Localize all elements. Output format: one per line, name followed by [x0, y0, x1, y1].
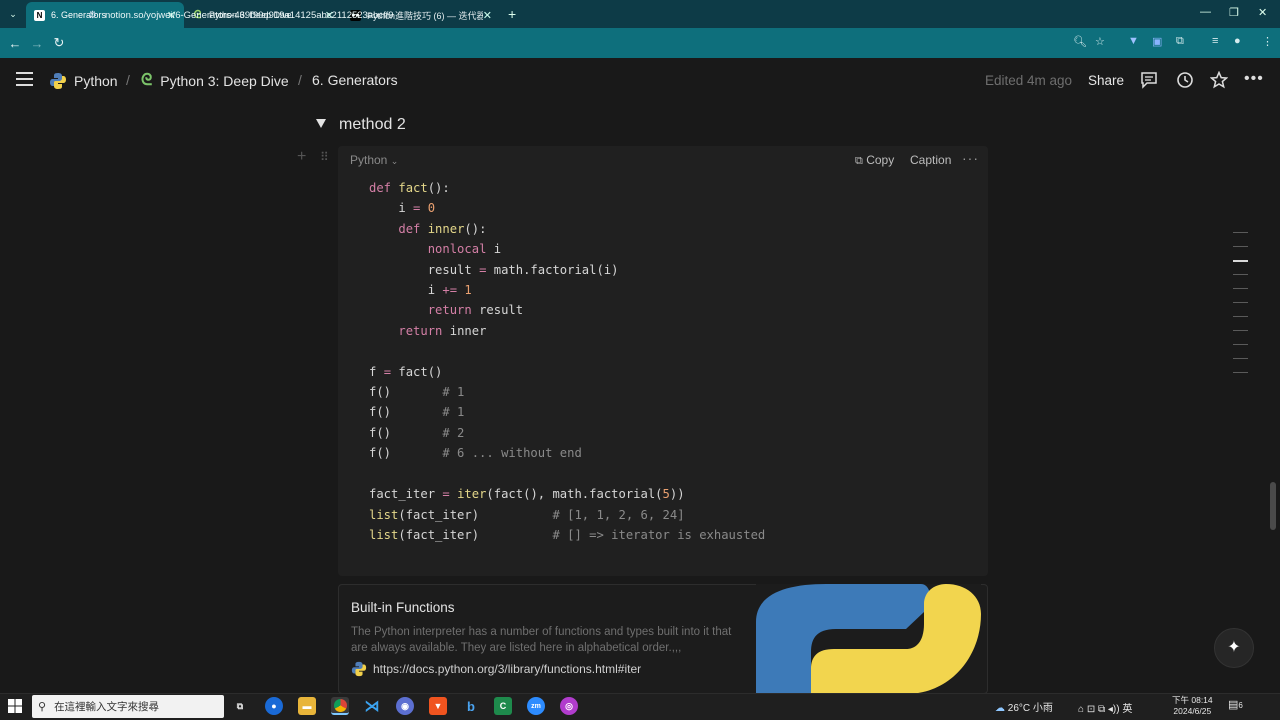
- brave-icon[interactable]: ▼: [429, 697, 447, 715]
- python-logo-icon: [50, 73, 66, 89]
- outline-marker[interactable]: [1233, 372, 1248, 373]
- minimize-icon[interactable]: —: [1200, 6, 1211, 18]
- weather-cloud-icon: ☁: [995, 703, 1005, 714]
- code-language-label: Python: [350, 153, 388, 167]
- copy-icon: ⧉: [855, 155, 863, 167]
- share-button[interactable]: Share: [1088, 73, 1124, 88]
- extensions-icon[interactable]: ⧉: [1176, 35, 1184, 48]
- tab-search-chevron-icon[interactable]: ⌄: [0, 9, 26, 20]
- code-content[interactable]: def fact(): i = 0 def inner(): nonlocal …: [369, 178, 765, 545]
- notion-icon: N: [34, 9, 45, 21]
- more-options-icon[interactable]: •••: [1244, 70, 1263, 88]
- outline-marker[interactable]: [1233, 274, 1248, 275]
- back-icon[interactable]: ←: [4, 36, 26, 51]
- breadcrumb-separator: /: [126, 72, 130, 88]
- comments-icon[interactable]: [1140, 71, 1158, 89]
- sidebar-menu-icon[interactable]: [16, 72, 33, 86]
- reload-icon[interactable]: ↻: [48, 35, 70, 51]
- breadcrumb-separator: /: [298, 72, 302, 88]
- bookmark-description: The Python interpreter has a number of f…: [351, 626, 732, 654]
- outline-marker-active[interactable]: [1233, 260, 1248, 262]
- copy-label: Copy: [866, 153, 895, 167]
- url-bar[interactable]: ⚙ notion.so/yojwei/6-Generators-469f90d9…: [80, 4, 1120, 26]
- outline-marker[interactable]: [1233, 288, 1248, 289]
- outline-marker[interactable]: [1233, 330, 1248, 331]
- address-bar-row: ← → ↻: [0, 28, 1280, 58]
- toggle-heading[interactable]: method 2: [339, 116, 406, 134]
- date-text: 2024/6/25: [1173, 706, 1212, 716]
- notification-center-icon[interactable]: ▤6: [1228, 698, 1243, 711]
- outline-marker[interactable]: [1233, 358, 1248, 359]
- weather-text: 26°C 小雨: [1007, 703, 1053, 714]
- search-placeholder: 在這裡輸入文字來搜尋: [54, 701, 160, 713]
- chevron-down-icon: ⌄: [390, 156, 399, 166]
- obs-icon[interactable]: ◉: [396, 697, 414, 715]
- add-block-icon[interactable]: +: [297, 148, 306, 166]
- weather-widget[interactable]: ☁ 26°C 小雨: [995, 699, 1053, 714]
- drag-handle-icon[interactable]: ⠿: [320, 150, 329, 164]
- extension-translate-icon[interactable]: ▣: [1152, 35, 1162, 48]
- python-logo-image: [756, 584, 981, 694]
- notification-count: 6: [1238, 701, 1243, 710]
- outline-marker[interactable]: [1233, 302, 1248, 303]
- code-language-select[interactable]: Python ⌄: [350, 153, 398, 167]
- menu-icon[interactable]: ⋮: [1262, 35, 1273, 48]
- ime-indicator[interactable]: 英: [1122, 704, 1132, 715]
- task-view-icon[interactable]: ⧉: [231, 697, 249, 715]
- chrome-icon[interactable]: [331, 697, 349, 715]
- forward-icon[interactable]: →: [26, 36, 48, 51]
- profile-icon[interactable]: ●: [1234, 35, 1241, 47]
- pycharm-icon[interactable]: C: [494, 697, 512, 715]
- code-more-icon[interactable]: ···: [962, 150, 979, 166]
- time-text: 下午 08:14: [1172, 695, 1213, 705]
- screen-recorder-icon[interactable]: ◎: [560, 697, 578, 715]
- file-explorer-icon[interactable]: ▬: [298, 697, 316, 715]
- tray-icons: ⌂ ⊡ ⧉ ◂)): [1078, 704, 1123, 715]
- sparkle-icon: ✦: [1227, 639, 1241, 656]
- bing-icon[interactable]: b: [462, 697, 480, 715]
- url-text: notion.so/yojwei/6-Generators-469f90d919…: [104, 9, 394, 21]
- close-window-icon[interactable]: ✕: [1258, 6, 1267, 19]
- deepdive-icon: ᘓ: [141, 72, 153, 89]
- bookmark-url: https://docs.python.org/3/library/functi…: [373, 662, 642, 676]
- outline-marker[interactable]: [1233, 316, 1248, 317]
- caption-button[interactable]: Caption: [910, 153, 951, 167]
- ai-sparkle-button[interactable]: ✦: [1214, 628, 1254, 668]
- toggle-arrow-icon[interactable]: [316, 119, 326, 128]
- site-info-icon[interactable]: ⚙: [88, 10, 97, 21]
- maps-app-icon[interactable]: ●: [265, 697, 283, 715]
- updates-clock-icon[interactable]: [1176, 71, 1194, 89]
- system-tray[interactable]: ⌂ ⊡ ⧉ ◂)) 英: [1078, 700, 1132, 715]
- vscode-icon[interactable]: ⋊: [363, 697, 381, 715]
- breadcrumb-python[interactable]: Python: [49, 72, 118, 90]
- scrollbar-thumb[interactable]: [1270, 482, 1276, 530]
- outline-marker[interactable]: [1233, 232, 1248, 233]
- bookmark-title: Built-in Functions: [351, 600, 455, 615]
- zoom-app-icon[interactable]: zm: [527, 697, 545, 715]
- bookmark-star-icon[interactable]: ☆: [1095, 35, 1105, 48]
- windows-start-icon[interactable]: [8, 699, 22, 713]
- taskbar-search-box[interactable]: ⚲ 在這裡輸入文字來搜尋: [32, 695, 224, 718]
- restore-icon[interactable]: ❐: [1229, 6, 1239, 19]
- copy-button[interactable]: ⧉ Copy: [855, 153, 894, 168]
- edited-timestamp: Edited 4m ago: [985, 73, 1073, 88]
- outline-marker[interactable]: [1233, 344, 1248, 345]
- extension-vue-icon[interactable]: ▼: [1128, 35, 1139, 47]
- zoom-icon[interactable]: 🔍︎: [1073, 35, 1087, 48]
- breadcrumb-label: Python: [74, 73, 118, 89]
- favorite-star-icon[interactable]: [1210, 71, 1228, 89]
- outline-marker[interactable]: [1233, 246, 1248, 247]
- reading-list-icon[interactable]: ≡: [1212, 35, 1218, 47]
- breadcrumb-label: 6. Generators: [312, 72, 398, 88]
- breadcrumb-python-3-deep-dive[interactable]: ᘓ Python 3: Deep Dive: [141, 72, 289, 90]
- taskbar-clock[interactable]: 下午 08:14 2024/6/25: [1172, 695, 1213, 717]
- breadcrumb-label: Python 3: Deep Dive: [160, 73, 289, 89]
- breadcrumb-6-generators[interactable]: 6. Generators: [312, 72, 398, 88]
- python-favicon-icon: [351, 661, 367, 677]
- search-icon: ⚲: [38, 701, 47, 713]
